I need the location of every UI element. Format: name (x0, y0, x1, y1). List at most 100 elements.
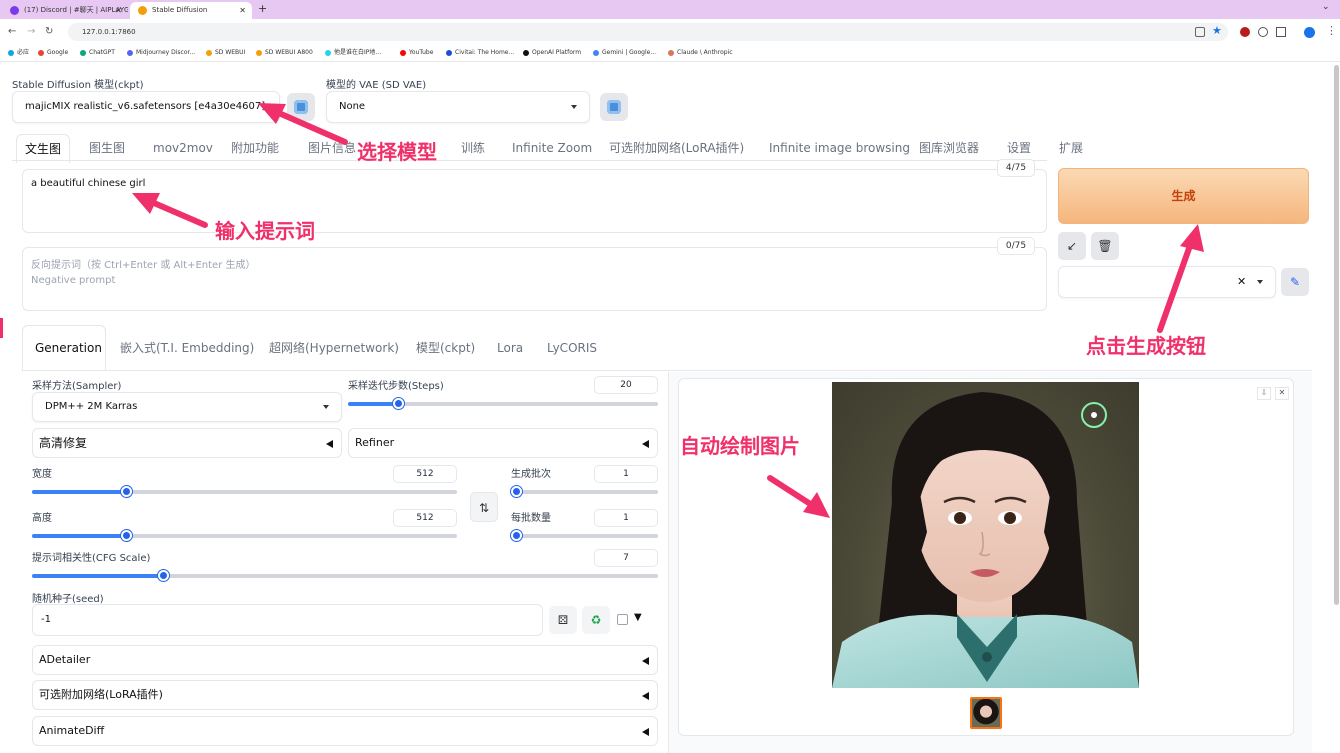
height-slider[interactable] (32, 530, 457, 541)
slider-handle[interactable] (511, 486, 522, 497)
vae-refresh-icon[interactable] (600, 93, 628, 121)
clear-icon[interactable]: ✕ (1237, 267, 1246, 297)
negative-prompt-input[interactable]: 反向提示词（按 Ctrl+Enter 或 Alt+Enter 生成） Negat… (22, 247, 1047, 311)
profile-avatar[interactable] (1304, 27, 1315, 38)
generate-button[interactable]: 生成 (1058, 168, 1309, 224)
bookmark-star-icon[interactable]: ★ (1212, 24, 1222, 37)
subtab-lora[interactable]: Lora (497, 340, 523, 356)
tab-train[interactable]: 训练 (461, 140, 485, 156)
history-icon[interactable] (1258, 27, 1268, 37)
gallery-thumbnail[interactable] (970, 697, 1002, 729)
extra-seed-toggle-icon[interactable]: ▼ (634, 612, 642, 623)
cfg-slider[interactable] (32, 570, 658, 581)
url-field[interactable]: 127.0.0.1:7860 (68, 23, 1228, 41)
prompt-input[interactable]: a beautiful chinese girl (22, 169, 1047, 233)
bookmark-item[interactable]: 他是谁在白IP地... (325, 48, 381, 58)
tab-img2img[interactable]: 图生图 (89, 140, 125, 156)
reuse-seed-recycle-icon[interactable]: ♻ (582, 606, 610, 634)
bookmark-item[interactable]: Civitai: The Home... (446, 48, 514, 58)
lora-network-accordion[interactable]: 可选附加网络(LoRA插件) (32, 680, 658, 710)
tab-infinite-zoom[interactable]: Infinite Zoom (512, 140, 592, 156)
slider-handle[interactable] (158, 570, 169, 581)
close-preview-icon[interactable]: ✕ (1275, 387, 1289, 400)
tab-extras[interactable]: 附加功能 (231, 140, 279, 156)
translate-icon[interactable] (1195, 27, 1205, 37)
subtab-generation[interactable]: Generation (35, 340, 102, 356)
width-input[interactable]: 512 (393, 465, 457, 483)
extension-record-icon[interactable] (1240, 27, 1250, 37)
new-tab-icon[interactable]: + (258, 2, 267, 15)
extensions-icon[interactable] (1276, 27, 1286, 37)
tab-extensions[interactable]: 扩展 (1059, 140, 1083, 156)
bookmark-item[interactable]: ChatGPT (80, 48, 115, 58)
sampler-select[interactable]: DPM++ 2M Karras (32, 392, 342, 422)
batch-size-input[interactable]: 1 (594, 509, 658, 527)
generated-image[interactable] (832, 382, 1139, 688)
trash-icon[interactable]: 🗑 (1091, 232, 1119, 260)
close-tab-icon[interactable]: ✕ (239, 2, 246, 19)
height-input[interactable]: 512 (393, 509, 457, 527)
steps-input[interactable]: 20 (594, 376, 658, 394)
extra-seed-checkbox[interactable] (617, 614, 628, 625)
tab-gallery-browser[interactable]: 图库浏览器 (919, 140, 979, 156)
subtab-ckpt[interactable]: 模型(ckpt) (416, 340, 475, 356)
tab-settings[interactable]: 设置 (1007, 140, 1031, 156)
page-scrollbar[interactable] (1334, 65, 1339, 605)
bookmark-item[interactable]: OpenAI Platform (523, 48, 581, 58)
back-icon[interactable]: ← (8, 23, 16, 41)
hires-fix-accordion[interactable]: 高清修复 (32, 428, 342, 458)
bookmark-item[interactable]: YouTube (400, 48, 433, 58)
subtab-lycoris[interactable]: LyCORIS (547, 340, 597, 356)
reload-icon[interactable]: ↻ (45, 23, 53, 41)
bookmark-item[interactable]: Midjourney Discor... (127, 48, 195, 58)
batch-count-input[interactable]: 1 (594, 465, 658, 483)
adetailer-accordion[interactable]: ADetailer (32, 645, 658, 675)
tab-lora-network[interactable]: 可选附加网络(LoRA插件) (609, 140, 744, 156)
slider-fill (32, 534, 126, 538)
tab-infinite-image-browsing[interactable]: Infinite image browsing (769, 140, 910, 156)
tab-search-icon[interactable]: ⌄ (1322, 2, 1330, 12)
annotation-click-generate: 点击生成按钮 (1086, 334, 1206, 358)
ckpt-select[interactable]: majicMIX realistic_v6.safetensors [e4a30… (12, 91, 280, 123)
sampler-value: DPM++ 2M Karras (45, 401, 138, 412)
slider-handle[interactable] (121, 486, 132, 497)
vae-select[interactable]: None (326, 91, 590, 123)
bookmark-item[interactable]: 必应 (8, 48, 29, 58)
seed-input[interactable]: -1 (32, 604, 543, 636)
browser-tab-bar: (17) Discord | #聊天 | AIPLAYG... ✕ Stable… (0, 0, 1340, 19)
bookmark-item[interactable]: Claude \ Anthropic (668, 48, 733, 58)
random-seed-dice-icon[interactable]: ⚄ (549, 606, 577, 634)
tab-mov2mov[interactable]: mov2mov (153, 140, 213, 156)
bookmark-item[interactable]: Gemini | Google... (593, 48, 656, 58)
animatediff-accordion[interactable]: AnimateDiff (32, 716, 658, 746)
batch-size-slider[interactable] (511, 530, 658, 541)
batch-count-slider[interactable] (511, 486, 658, 497)
width-slider[interactable] (32, 486, 457, 497)
download-icon[interactable]: ⇩ (1257, 387, 1271, 400)
subtab-embedding[interactable]: 嵌入式(T.I. Embedding) (120, 340, 254, 356)
forward-icon[interactable]: → (27, 23, 35, 41)
slider-handle[interactable] (121, 530, 132, 541)
bookmark-item[interactable]: SD WEBUI (206, 48, 245, 58)
more-menu-icon[interactable]: ⋮ (1326, 24, 1337, 37)
browser-tab-stable-diffusion[interactable]: Stable Diffusion ✕ (130, 2, 252, 19)
bookmark-item[interactable]: Google (38, 48, 68, 58)
swap-dimensions-icon[interactable]: ⇅ (470, 492, 498, 522)
tab-png-info[interactable]: 图片信息 (308, 140, 356, 156)
bookmark-item[interactable]: SD WEBUI A800 (256, 48, 313, 58)
refiner-accordion[interactable]: Refiner (348, 428, 658, 458)
steps-slider[interactable] (348, 398, 658, 409)
ckpt-refresh-icon[interactable] (287, 93, 315, 121)
browser-tab-discord[interactable]: (17) Discord | #聊天 | AIPLAYG... ✕ (2, 2, 128, 19)
edit-styles-pencil-icon[interactable]: ✎ (1281, 268, 1309, 296)
tab-txt2img[interactable]: 文生图 (16, 134, 71, 163)
styles-select[interactable]: ✕ (1058, 266, 1276, 298)
portrait-illustration (832, 392, 1139, 688)
slider-handle[interactable] (393, 398, 404, 409)
subtab-hypernetwork[interactable]: 超网络(Hypernetwork) (269, 340, 399, 356)
negative-prompt-placeholder-en: Negative prompt (31, 275, 116, 286)
close-tab-icon[interactable]: ✕ (115, 2, 122, 19)
slider-handle[interactable] (511, 530, 522, 541)
cfg-input[interactable]: 7 (594, 549, 658, 567)
read-params-arrow-icon[interactable]: ↙ (1058, 232, 1086, 260)
